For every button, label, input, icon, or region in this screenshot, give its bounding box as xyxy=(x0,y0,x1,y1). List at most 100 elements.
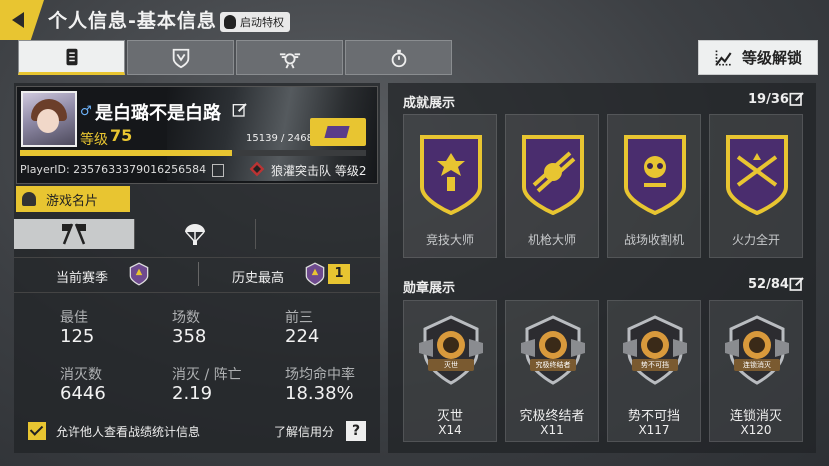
privilege-button[interactable]: 启动特权 xyxy=(220,12,290,32)
chart-icon xyxy=(715,50,732,65)
level-unlock-button[interactable]: 等级解锁 xyxy=(698,40,818,75)
machine-gun-master-icon xyxy=(522,135,584,215)
achievement-name: 火力全开 xyxy=(731,233,780,247)
person-icon xyxy=(22,192,36,206)
tab-multiplayer[interactable] xyxy=(14,219,135,249)
stat-label: 前三 xyxy=(285,310,313,326)
medal-name: 连锁消灭 xyxy=(729,409,782,424)
wings-emblem-icon xyxy=(279,52,300,68)
history-rank-icon[interactable] xyxy=(302,261,328,287)
edit-nickname-icon[interactable] xyxy=(232,102,248,118)
achievement-card[interactable]: 机枪大师 xyxy=(505,114,599,258)
tab-empty xyxy=(256,219,376,249)
privilege-label: 启动特权 xyxy=(240,16,284,29)
achievement-name: 战场收割机 xyxy=(623,233,684,247)
medal-count: X11 xyxy=(540,423,564,437)
nickname: 是白璐不是白路 xyxy=(95,103,221,124)
medal-name: 势不可挡 xyxy=(627,409,680,424)
exp-progress-fill xyxy=(20,150,233,156)
medal-tag: 究极终结者 xyxy=(530,359,576,371)
divider xyxy=(198,262,199,286)
medal-icon xyxy=(725,315,789,385)
allow-view-label: 允许他人查看战绩统计信息 xyxy=(56,425,201,439)
history-best-label: 历史最高 xyxy=(232,271,285,286)
avatar[interactable] xyxy=(21,91,77,147)
medal-count: X14 xyxy=(438,423,462,437)
tab-basic-info[interactable] xyxy=(18,40,125,75)
stat-label: 场数 xyxy=(172,310,200,326)
achievement-card[interactable]: 火力全开 xyxy=(709,114,803,258)
mode-tabs xyxy=(14,219,380,249)
clan-info[interactable]: 狼灌突击队 等级2 xyxy=(271,162,366,179)
exp-text: 15139 / 24680 xyxy=(246,133,320,144)
achievement-name: 机枪大师 xyxy=(527,233,576,247)
current-season-label: 当前赛季 xyxy=(56,271,109,286)
medal-icon xyxy=(521,315,585,385)
stat-value: 358 xyxy=(172,326,207,347)
medal-name: 灭世 xyxy=(436,409,463,424)
stat-value: 224 xyxy=(285,326,320,347)
ticket-icon[interactable] xyxy=(310,118,366,146)
medal-name: 究极终结者 xyxy=(519,409,585,424)
tab-records[interactable] xyxy=(345,40,452,75)
medal-tag: 连锁消灭 xyxy=(734,359,780,371)
medal-card[interactable]: 连锁消灭 连锁消灭 X120 xyxy=(709,300,803,442)
medal-card[interactable]: 势不可挡 势不可挡 X117 xyxy=(607,300,701,442)
medal-count: X120 xyxy=(740,423,772,437)
level-unlock-label: 等级解锁 xyxy=(741,49,802,67)
achievements-count: 19/36 xyxy=(748,92,789,107)
edit-achievements-icon[interactable] xyxy=(789,91,805,107)
profile-card-icon xyxy=(66,48,77,65)
full-firepower-icon xyxy=(726,135,788,215)
stat-value: 125 xyxy=(60,326,95,347)
qq-icon xyxy=(224,15,236,29)
current-season-rank-icon[interactable] xyxy=(126,261,152,287)
battlefield-reaper-icon xyxy=(624,135,686,215)
male-gender-icon: ♂ xyxy=(80,104,92,119)
medal-card[interactable]: 究极终结者 究极终结者 X11 xyxy=(505,300,599,442)
medal-icon xyxy=(623,315,687,385)
stat-value: 6446 xyxy=(60,383,106,404)
game-card-button[interactable]: 游戏名片 xyxy=(16,186,130,212)
stat-label: 消灭数 xyxy=(60,367,102,383)
achievement-card[interactable]: 竞技大师 xyxy=(403,114,497,258)
tab-battle-royale[interactable] xyxy=(135,219,256,249)
help-button[interactable]: ? xyxy=(346,421,366,441)
stat-label: 最佳 xyxy=(60,310,88,326)
medal-icon xyxy=(419,315,483,385)
exp-progress-bar xyxy=(20,150,366,156)
achievements-title: 成就展示 xyxy=(403,96,456,111)
edit-medals-icon[interactable] xyxy=(789,276,805,292)
stat-label: 场均命中率 xyxy=(285,367,355,383)
medal-card[interactable]: 灭世 灭世 X14 xyxy=(403,300,497,442)
multiplayer-flags-icon xyxy=(62,223,86,245)
history-rank-badge: 1 xyxy=(328,264,350,284)
medals-count: 52/84 xyxy=(748,277,789,292)
category-tabs xyxy=(18,40,452,75)
player-id: PlayerID: 2357633379016256584 xyxy=(20,163,207,176)
clan-icon xyxy=(249,161,265,177)
back-button[interactable] xyxy=(0,0,44,40)
stopwatch-icon xyxy=(391,49,406,67)
copy-icon[interactable] xyxy=(212,164,224,177)
parachute-icon xyxy=(185,224,205,245)
tab-honor[interactable] xyxy=(236,40,343,75)
stat-label: 消灭 / 阵亡 xyxy=(172,367,242,383)
tab-career[interactable] xyxy=(127,40,234,75)
page-title: 个人信息-基本信息 xyxy=(48,10,217,32)
achievement-name: 竞技大师 xyxy=(425,233,474,247)
medal-tag: 势不可挡 xyxy=(632,359,678,371)
level-label: 等级 xyxy=(80,132,108,148)
achievement-card[interactable]: 战场收割机 xyxy=(607,114,701,258)
game-card-label: 游戏名片 xyxy=(46,193,99,209)
stat-value: 2.19 xyxy=(172,383,213,404)
credit-score-link[interactable]: 了解信用分 xyxy=(274,423,334,440)
medal-count: X117 xyxy=(638,423,670,437)
competitive-master-icon xyxy=(420,135,482,215)
shield-emblem-icon xyxy=(172,48,189,68)
medal-tag: 灭世 xyxy=(428,359,474,371)
allow-view-checkbox[interactable] xyxy=(28,422,46,440)
level-value: 75 xyxy=(110,126,133,145)
medals-title: 勋章展示 xyxy=(403,281,456,296)
stat-value: 18.38% xyxy=(285,383,354,404)
